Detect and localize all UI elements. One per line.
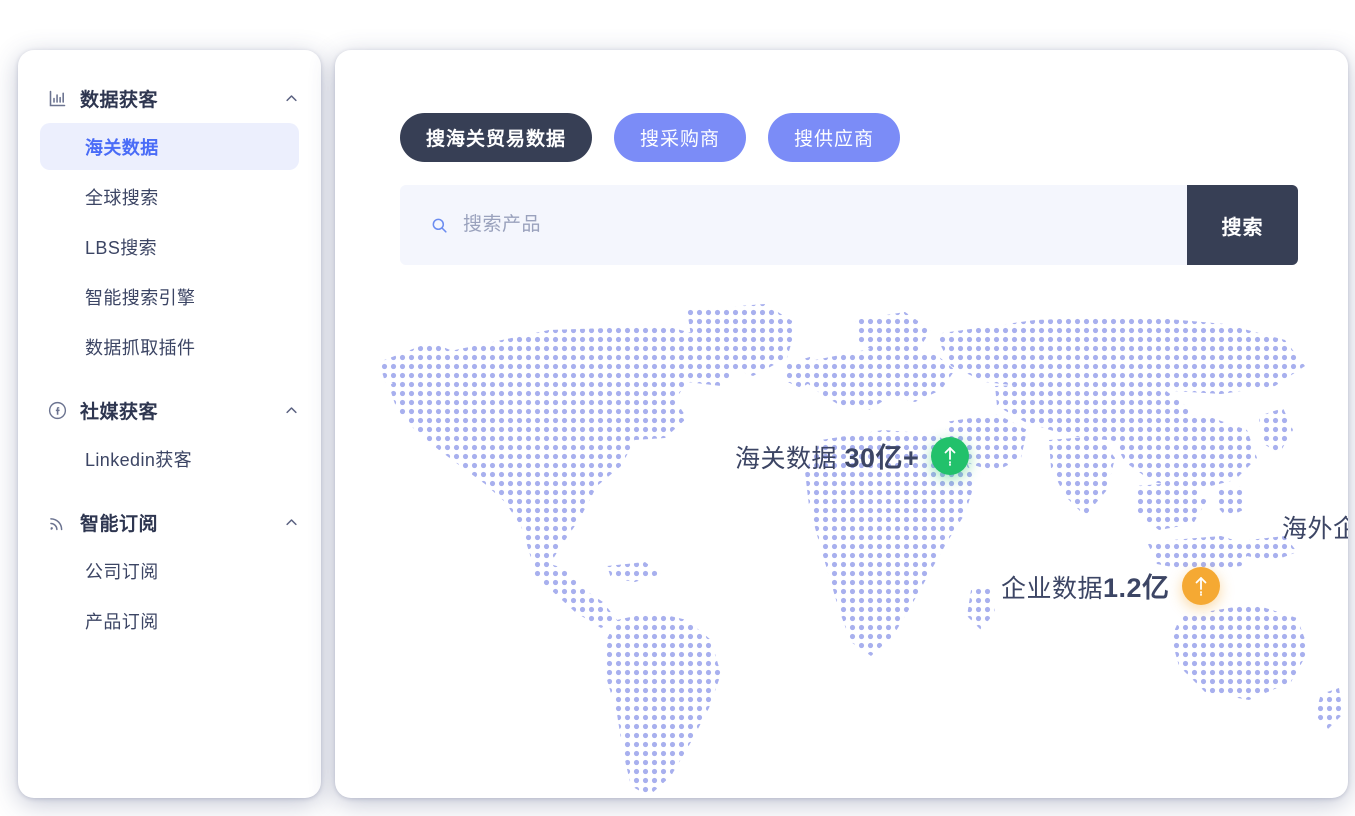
sidebar-group-header-smart-subscription[interactable]: 智能订阅	[18, 500, 321, 544]
sidebar-item-data-scraper-plugin[interactable]: 数据抓取插件	[40, 323, 299, 370]
bar-chart-icon	[46, 87, 68, 109]
nav-group-smart-subscription: 智能订阅 公司订阅 产品订阅	[18, 500, 321, 644]
rss-feed-icon	[46, 511, 68, 533]
sidebar-group-header-data-acquisition[interactable]: 数据获客	[18, 76, 321, 120]
arrow-up-icon	[940, 444, 960, 468]
sidebar-group-title: 社媒获客	[80, 397, 283, 424]
group-spacer	[18, 486, 321, 500]
tab-search-suppliers[interactable]: 搜供应商	[768, 113, 900, 162]
search-bar: 搜索	[400, 185, 1298, 265]
sidebar-item-company-subscription[interactable]: 公司订阅	[40, 547, 299, 594]
tab-search-buyers[interactable]: 搜采购商	[614, 113, 746, 162]
chevron-up-icon[interactable]	[283, 514, 299, 530]
chevron-up-icon[interactable]	[283, 402, 299, 418]
search-input[interactable]	[463, 214, 1187, 236]
nav-group-social-acquisition: 社媒获客 Linkedin获客	[18, 388, 321, 482]
map-pin-customs-data[interactable]	[931, 437, 969, 475]
map-label-customs-data: 海关数据 30亿+	[735, 436, 969, 475]
app-root: 数据获客 海关数据 全球搜索 LBS搜索 智能搜索引擎 数据抓取插件	[0, 0, 1355, 816]
chevron-up-icon[interactable]	[283, 90, 299, 106]
world-map-dots	[335, 290, 1348, 798]
facebook-circle-icon	[46, 399, 68, 421]
map-label-company-data: 企业数据1.2亿	[1001, 566, 1220, 605]
sidebar-item-smart-search-engine[interactable]: 智能搜索引擎	[40, 273, 299, 320]
search-button[interactable]: 搜索	[1187, 185, 1298, 265]
sidebar-item-lbs-search[interactable]: LBS搜索	[40, 223, 299, 270]
arrow-up-icon	[1191, 574, 1211, 598]
nav-group-data-acquisition: 数据获客 海关数据 全球搜索 LBS搜索 智能搜索引擎 数据抓取插件	[18, 76, 321, 370]
sidebar-group-title: 智能订阅	[80, 509, 283, 536]
sidebar-item-linkedin-acquisition[interactable]: Linkedin获客	[40, 435, 299, 482]
search-icon	[429, 215, 449, 235]
sidebar-item-customs-data[interactable]: 海关数据	[40, 123, 299, 170]
sidebar-item-global-search[interactable]: 全球搜索	[40, 173, 299, 220]
map-pin-company-data[interactable]	[1182, 567, 1220, 605]
sidebar-group-header-social-acquisition[interactable]: 社媒获客	[18, 388, 321, 432]
tab-customs-trade-data[interactable]: 搜海关贸易数据	[400, 113, 592, 162]
map-label-text: 海关数据 30亿+	[735, 436, 919, 475]
group-spacer	[18, 374, 321, 388]
map-label-text: 海外企业联系数据2 亿	[1282, 506, 1348, 545]
main-panel: 搜海关贸易数据 搜采购商 搜供应商 搜索	[335, 50, 1348, 798]
world-map: 海关数据 30亿+ 海外企业联系数据2 亿	[335, 290, 1348, 798]
map-label-overseas-contacts: 海外企业联系数据2 亿	[1282, 506, 1348, 545]
search-field[interactable]	[400, 185, 1187, 265]
tab-bar: 搜海关贸易数据 搜采购商 搜供应商	[400, 113, 900, 162]
map-label-text: 企业数据1.2亿	[1001, 566, 1170, 605]
sidebar: 数据获客 海关数据 全球搜索 LBS搜索 智能搜索引擎 数据抓取插件	[18, 50, 321, 798]
sidebar-item-product-subscription[interactable]: 产品订阅	[40, 597, 299, 644]
sidebar-group-title: 数据获客	[80, 85, 283, 112]
